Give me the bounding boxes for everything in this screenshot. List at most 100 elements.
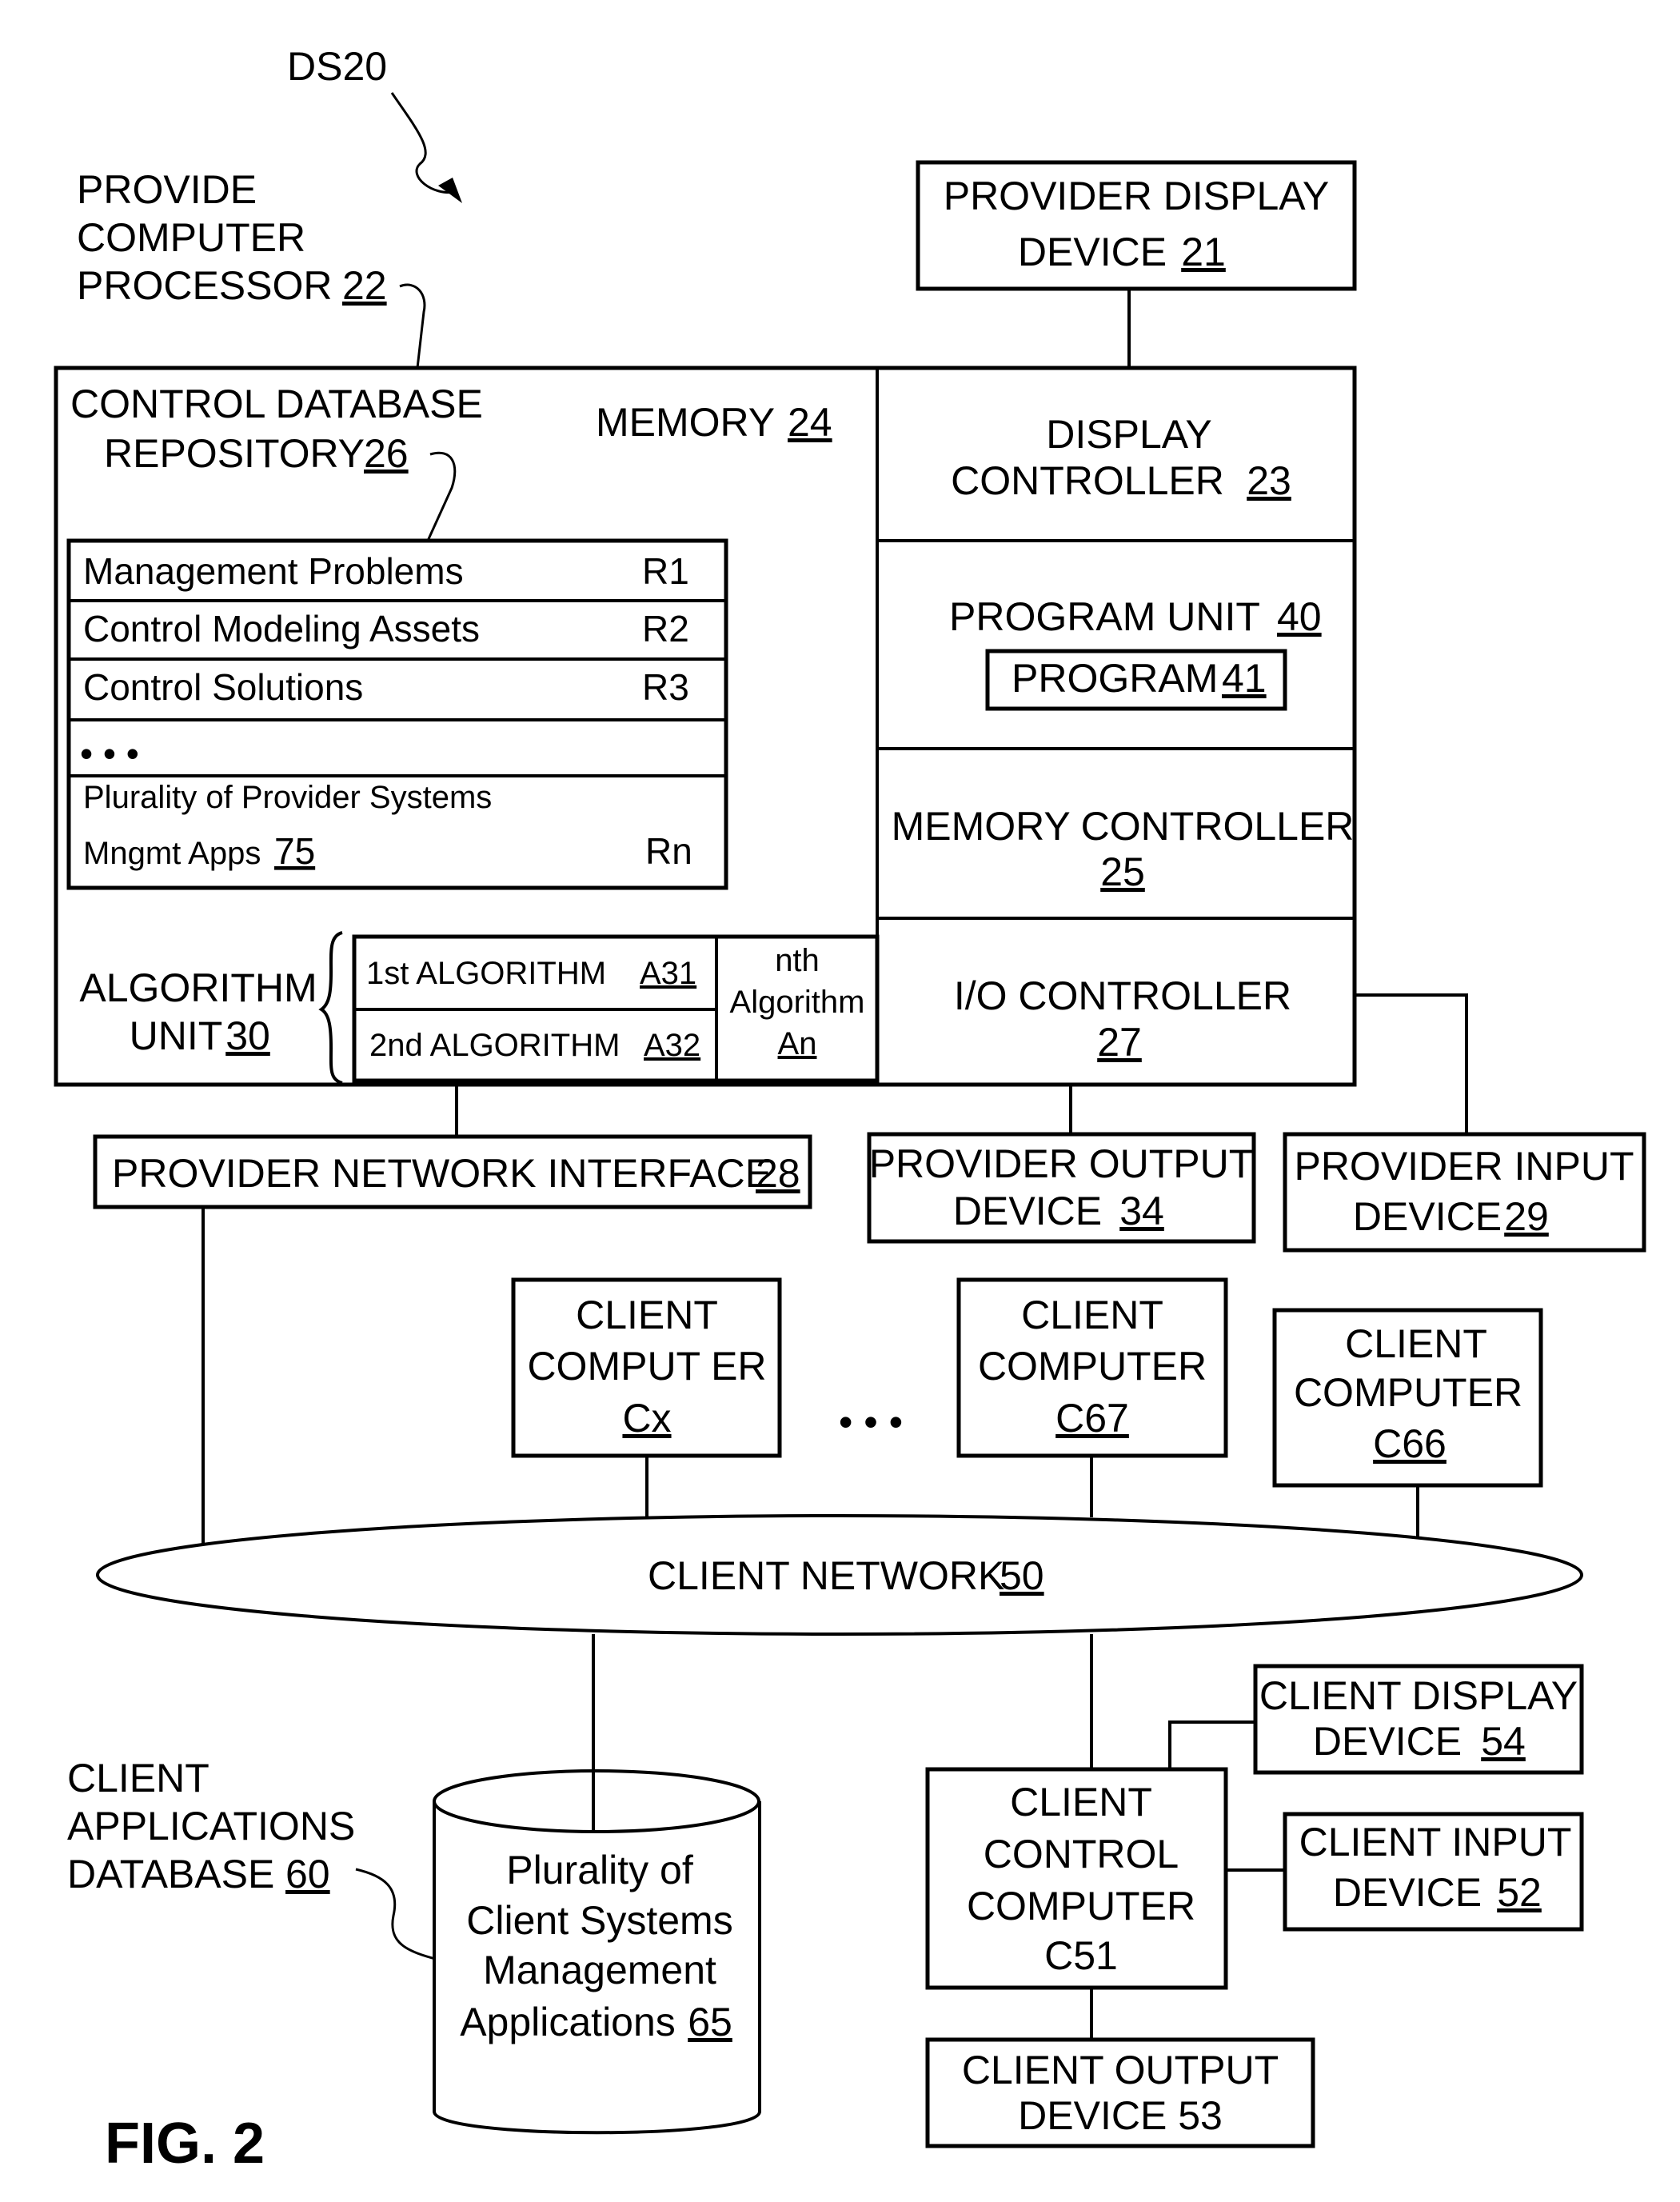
svg-text:PROVIDER DISPLAY: PROVIDER DISPLAY — [944, 174, 1330, 218]
system-ref-label: DS20 — [287, 44, 387, 89]
figure-title: FIG. 2 — [105, 2112, 265, 2176]
svg-text:Management Problems: Management Problems — [83, 550, 464, 592]
algorithm-cell[interactable]: 1st ALGORITHM A31 — [366, 956, 696, 991]
svg-text:1st ALGORITHM: 1st ALGORITHM — [366, 956, 606, 991]
connector-client-display — [1168, 1720, 1255, 1769]
svg-text:C51: C51 — [1044, 1933, 1118, 1978]
svg-text:DEVICE: DEVICE — [1333, 1870, 1482, 1915]
svg-text:R2: R2 — [642, 608, 689, 649]
svg-text:COMPUTER: COMPUTER — [978, 1344, 1207, 1389]
svg-text:PROCESSOR: PROCESSOR — [77, 263, 333, 308]
provider-input-device[interactable]: PROVIDER INPUT DEVICE 29 — [1283, 1132, 1646, 1253]
svg-text:50: 50 — [1000, 1553, 1044, 1598]
svg-text:COMPUTER: COMPUTER — [77, 215, 305, 260]
svg-text:CLIENT: CLIENT — [576, 1293, 718, 1337]
algorithm-cell[interactable]: 2nd ALGORITHM A32 — [369, 1028, 700, 1063]
repository-table: Management Problems R1 Control Modeling … — [66, 538, 728, 890]
svg-text:65: 65 — [688, 2000, 732, 2044]
svg-text:Control Solutions: Control Solutions — [83, 666, 363, 708]
svg-text:A31: A31 — [640, 956, 696, 991]
system-diagram: DS20 PROVIDE COMPUTER PROCESSOR 22 PROVI… — [54, 44, 1646, 2176]
svg-text:CONTROLLER: CONTROLLER — [951, 458, 1224, 503]
db-leader — [355, 1868, 439, 1961]
svg-text:30: 30 — [225, 1013, 270, 1058]
svg-text:28: 28 — [756, 1151, 800, 1196]
processor-label: PROVIDE COMPUTER PROCESSOR 22 — [77, 167, 387, 308]
svg-text:34: 34 — [1119, 1189, 1164, 1233]
svg-text:2nd ALGORITHM: 2nd ALGORITHM — [369, 1028, 620, 1063]
svg-text:Rn: Rn — [645, 830, 692, 872]
svg-text:CONTROL DATABASE: CONTROL DATABASE — [70, 382, 483, 426]
svg-text:PROVIDER OUTPUT: PROVIDER OUTPUT — [869, 1141, 1254, 1186]
svg-text:Applications: Applications — [460, 2000, 676, 2044]
provider-network-interface[interactable]: PROVIDER NETWORK INTERFACE 28 — [93, 1134, 812, 1209]
svg-text:Plurality of: Plurality of — [506, 1848, 693, 1892]
svg-text:CLIENT: CLIENT — [1010, 1780, 1152, 1824]
svg-text:29: 29 — [1504, 1194, 1549, 1239]
provider-display-device[interactable]: PROVIDER DISPLAY DEVICE 21 — [916, 160, 1357, 291]
svg-text:MEMORY CONTROLLER: MEMORY CONTROLLER — [892, 804, 1355, 849]
table-row[interactable]: • • • — [80, 733, 139, 774]
processor-ref: 22 — [342, 263, 387, 308]
svg-text:COMPUTER: COMPUTER — [1294, 1370, 1522, 1415]
svg-text:75: 75 — [274, 830, 315, 872]
ellipsis-icon: • • • — [839, 1400, 903, 1445]
svg-text:54: 54 — [1481, 1719, 1526, 1764]
svg-text:Cx: Cx — [622, 1396, 671, 1441]
client-control-computer[interactable]: CLIENT CONTROL COMPUTER C51 — [925, 1767, 1228, 1990]
algorithm-table: 1st ALGORITHM A31 2nd ALGORITHM A32 nth … — [352, 934, 880, 1083]
svg-text:CLIENT: CLIENT — [67, 1756, 210, 1800]
client-display-device[interactable]: CLIENT DISPLAY DEVICE 54 — [1253, 1664, 1584, 1775]
svg-text:DEVICE: DEVICE — [953, 1189, 1102, 1233]
svg-text:52: 52 — [1497, 1870, 1542, 1915]
memory-ref: 24 — [788, 400, 832, 445]
svg-text:PROGRAM: PROGRAM — [1012, 656, 1218, 701]
svg-text:Algorithm: Algorithm — [730, 985, 865, 1020]
svg-text:CLIENT: CLIENT — [1345, 1321, 1487, 1366]
connector-input — [1355, 993, 1468, 1134]
svg-text:Mngmt Apps: Mngmt Apps — [83, 836, 261, 871]
svg-text:COMPUT ER: COMPUT ER — [527, 1344, 766, 1389]
svg-text:26: 26 — [364, 431, 409, 476]
svg-text:R3: R3 — [642, 666, 689, 708]
system-ref-arrow — [390, 92, 457, 194]
client-network[interactable]: CLIENT NETWORK 50 — [96, 1514, 1583, 1636]
svg-text:40: 40 — [1277, 594, 1322, 639]
svg-text:25: 25 — [1100, 849, 1145, 894]
svg-text:An: An — [778, 1026, 817, 1061]
svg-text:DATABASE: DATABASE — [67, 1852, 274, 1896]
svg-text:C66: C66 — [1373, 1421, 1447, 1466]
ref-21: 21 — [1181, 230, 1226, 274]
svg-text:DEVICE: DEVICE — [1353, 1194, 1502, 1239]
svg-text:REPOSITORY: REPOSITORY — [104, 431, 365, 476]
svg-text:nth: nth — [775, 943, 820, 978]
svg-text:C67: C67 — [1055, 1396, 1129, 1441]
svg-text:CLIENT: CLIENT — [1021, 1293, 1163, 1337]
provider-output-device[interactable]: PROVIDER OUTPUT DEVICE 34 — [867, 1132, 1256, 1244]
svg-text:• • •: • • • — [80, 733, 139, 774]
svg-text:PROVIDER INPUT: PROVIDER INPUT — [1294, 1144, 1634, 1189]
svg-text:CLIENT INPUT: CLIENT INPUT — [1299, 1820, 1572, 1864]
svg-text:27: 27 — [1097, 1020, 1142, 1065]
client-input-device[interactable]: CLIENT INPUT DEVICE 52 — [1283, 1812, 1584, 1932]
svg-text:CONTROL: CONTROL — [984, 1832, 1179, 1876]
program-box[interactable]: PROGRAM 41 — [985, 649, 1287, 711]
memory-label: MEMORY — [596, 400, 775, 445]
client-computer-c67[interactable]: CLIENT COMPUTER C67 — [956, 1277, 1228, 1458]
svg-text:R1: R1 — [642, 550, 689, 592]
svg-text:CLIENT DISPLAY: CLIENT DISPLAY — [1259, 1673, 1578, 1718]
client-output-device[interactable]: CLIENT OUTPUT DEVICE 53 — [925, 2037, 1315, 2148]
client-computer-c66[interactable]: CLIENT COMPUTER C66 — [1272, 1308, 1543, 1488]
svg-text:23: 23 — [1247, 458, 1291, 503]
svg-text:APPLICATIONS: APPLICATIONS — [67, 1804, 355, 1848]
svg-text:41: 41 — [1222, 656, 1267, 701]
svg-text:PROVIDER NETWORK INTERFACE: PROVIDER NETWORK INTERFACE — [112, 1151, 772, 1196]
svg-text:Control Modeling Assets: Control Modeling Assets — [83, 608, 480, 649]
client-db-label: CLIENT APPLICATIONS DATABASE 60 — [67, 1756, 355, 1896]
svg-text:DEVICE: DEVICE — [1313, 1719, 1462, 1764]
processor-leader — [399, 283, 426, 369]
client-computer-cx[interactable]: CLIENT COMPUT ER Cx — [511, 1277, 782, 1458]
svg-text:Client Systems: Client Systems — [466, 1898, 732, 1943]
client-applications-database[interactable]: Plurality of Client Systems Management A… — [433, 1769, 761, 2135]
svg-text:Plurality of Provider Systems: Plurality of Provider Systems — [83, 780, 492, 815]
